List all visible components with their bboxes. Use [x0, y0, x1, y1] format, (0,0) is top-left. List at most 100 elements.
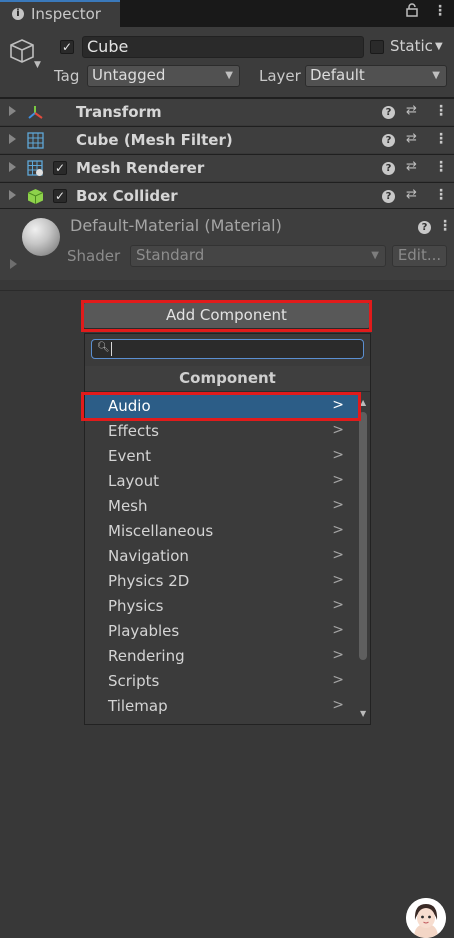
chevron-right-icon: >	[332, 472, 344, 488]
kebab-menu-icon[interactable]: ⋮	[434, 187, 448, 203]
layer-label: Layer	[259, 67, 301, 85]
foldout-arrow-icon[interactable]	[9, 162, 16, 172]
chevron-right-icon: >	[332, 572, 344, 588]
active-checkbox[interactable]: ✓	[60, 40, 74, 54]
menu-item-scripts[interactable]: Scripts >	[85, 669, 358, 694]
foldout-arrow-icon[interactable]	[9, 106, 16, 116]
component-name: Mesh Renderer	[76, 159, 205, 177]
scrollbar-thumb[interactable]	[359, 412, 367, 660]
kebab-menu-icon[interactable]: ⋮	[434, 103, 448, 119]
component-mesh-filter[interactable]: Cube (Mesh Filter) ? ⇄ ⋮	[0, 126, 454, 153]
preset-icon[interactable]: ⇄	[406, 103, 417, 118]
menu-item-layout[interactable]: Layout >	[85, 469, 358, 494]
chevron-down-icon: ▼	[225, 70, 233, 81]
menu-item-label: Physics	[108, 597, 164, 615]
chevron-right-icon: >	[332, 547, 344, 563]
menu-item-mesh[interactable]: Mesh >	[85, 494, 358, 519]
menu-item-physics[interactable]: Physics >	[85, 594, 358, 619]
chevron-right-icon: >	[332, 497, 344, 513]
icon-dropdown-arrow-icon[interactable]: ▼	[34, 60, 41, 70]
chevron-right-icon: >	[332, 697, 344, 713]
layer-value: Default	[310, 66, 365, 84]
search-input[interactable]: 🔍︎	[91, 339, 364, 359]
menu-item-label: Tilemap	[108, 697, 168, 715]
component-box-collider[interactable]: ✓ Box Collider ? ⇄ ⋮	[0, 182, 454, 209]
shader-value: Standard	[136, 246, 205, 264]
menu-item-physics-2d[interactable]: Physics 2D >	[85, 569, 358, 594]
shader-dropdown[interactable]: Standard ▼	[130, 245, 386, 267]
chevron-right-icon: >	[332, 622, 344, 638]
component-name: Cube (Mesh Filter)	[76, 131, 233, 149]
component-name: Transform	[76, 103, 162, 121]
info-icon: i	[12, 8, 24, 20]
lock-icon[interactable]	[406, 3, 418, 21]
scroll-down-icon[interactable]: ▼	[360, 709, 366, 718]
static-label: Static	[390, 37, 433, 55]
tag-value: Untagged	[92, 66, 166, 84]
menu-item-tilemap[interactable]: Tilemap >	[85, 694, 358, 719]
game-object-icon	[8, 37, 36, 69]
divider	[0, 290, 454, 291]
highlight-box	[81, 300, 372, 332]
component-transform[interactable]: Transform ? ⇄ ⋮	[0, 98, 454, 125]
help-icon[interactable]: ?	[382, 190, 395, 203]
static-checkbox[interactable]	[370, 40, 384, 54]
chevron-right-icon: >	[332, 647, 344, 663]
chevron-right-icon: >	[332, 447, 344, 463]
chevron-right-icon: >	[332, 597, 344, 613]
component-mesh-renderer[interactable]: ✓ Mesh Renderer ? ⇄ ⋮	[0, 154, 454, 181]
chevron-down-icon: ▼	[432, 70, 440, 81]
menu-item-label: Playables	[108, 622, 180, 640]
component-name: Box Collider	[76, 187, 178, 205]
avatar	[406, 898, 446, 938]
enabled-checkbox[interactable]: ✓	[53, 161, 67, 175]
help-icon[interactable]: ?	[382, 134, 395, 147]
edit-shader-button[interactable]: Edit...	[392, 245, 447, 267]
enabled-checkbox[interactable]: ✓	[53, 189, 67, 203]
chevron-right-icon: >	[332, 422, 344, 438]
search-icon: 🔍︎	[97, 342, 110, 353]
kebab-menu-icon[interactable]: ⋮	[434, 159, 448, 175]
help-icon[interactable]: ?	[382, 162, 395, 175]
kebab-menu-icon[interactable]: ⋮	[434, 131, 448, 147]
foldout-arrow-icon[interactable]	[9, 134, 16, 144]
tab-bar: i Inspector ⋮	[0, 0, 454, 27]
tag-label: Tag	[54, 67, 80, 85]
popup-header: Component	[85, 366, 370, 392]
layer-dropdown[interactable]: Default ▼	[305, 65, 447, 87]
preset-icon[interactable]: ⇄	[406, 159, 417, 174]
object-header: ▼ ✓ Cube Static ▼ Tag Untagged ▼ Layer D…	[0, 27, 454, 98]
menu-item-label: Scripts	[108, 672, 160, 690]
menu-item-label: Physics 2D	[108, 572, 190, 590]
transform-icon	[27, 104, 44, 125]
kebab-menu-icon[interactable]: ⋮	[438, 218, 452, 234]
help-icon[interactable]: ?	[382, 106, 395, 119]
box-collider-icon	[27, 188, 44, 209]
material-section: Default-Material (Material) ? ⋮ Shader S…	[0, 208, 454, 280]
object-name-field[interactable]: Cube	[82, 36, 364, 58]
menu-item-miscellaneous[interactable]: Miscellaneous >	[85, 519, 358, 544]
static-dropdown-icon[interactable]: ▼	[435, 41, 443, 52]
preset-icon[interactable]: ⇄	[406, 131, 417, 146]
tag-dropdown[interactable]: Untagged ▼	[87, 65, 240, 87]
tab-inspector[interactable]: i Inspector	[0, 0, 120, 27]
text-caret	[111, 342, 112, 356]
menu-item-label: Rendering	[108, 647, 185, 665]
highlight-box	[81, 392, 361, 421]
foldout-arrow-icon[interactable]	[9, 190, 16, 200]
foldout-arrow-icon[interactable]	[10, 259, 17, 269]
chevron-down-icon: ▼	[371, 250, 379, 261]
menu-item-effects[interactable]: Effects >	[85, 419, 358, 444]
chevron-right-icon: >	[332, 522, 344, 538]
menu-item-label: Navigation	[108, 547, 189, 565]
menu-item-label: Mesh	[108, 497, 148, 515]
kebab-menu-icon[interactable]: ⋮	[433, 3, 447, 19]
menu-item-event[interactable]: Event >	[85, 444, 358, 469]
menu-item-playables[interactable]: Playables >	[85, 619, 358, 644]
mesh-renderer-icon	[27, 160, 44, 181]
help-icon[interactable]: ?	[418, 221, 431, 234]
menu-item-navigation[interactable]: Navigation >	[85, 544, 358, 569]
menu-item-rendering[interactable]: Rendering >	[85, 644, 358, 669]
menu-item-label: Event	[108, 447, 151, 465]
preset-icon[interactable]: ⇄	[406, 187, 417, 202]
